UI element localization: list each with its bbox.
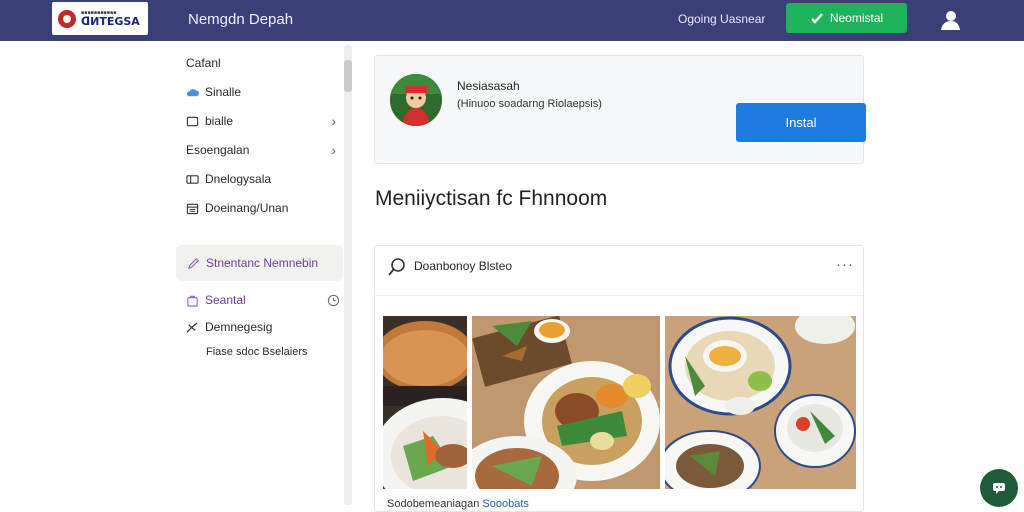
sidebar-item-label: Seantal — [205, 293, 246, 307]
magnifier-icon — [388, 258, 405, 276]
calendar-icon — [186, 203, 199, 214]
header-install-label: Neomistal — [829, 11, 884, 25]
sidebar: Cafanl Sinalle bialle › Esoengalan › Dne… — [176, 41, 344, 512]
sidebar-item-dnelogysala[interactable]: Dnelogysala — [186, 172, 271, 186]
card-icon — [186, 174, 199, 184]
app-subtitle: (Hinuoo soadarng Riolaepsis) — [457, 98, 602, 110]
post-footer-link[interactable]: Sooobats — [482, 498, 528, 510]
post-title: Doanbonoy Blsteo — [414, 259, 513, 273]
chevron-right-icon: › — [331, 113, 336, 129]
sidebar-item-doeinang[interactable]: Doeinang/Unan — [186, 201, 288, 215]
post-card: Doanbonoy Blsteo ··· Sodobemeaniagan Soo… — [374, 245, 864, 512]
post-footer-text: Sodobemeaniagan — [387, 498, 480, 510]
section-title: Meniiyctisan fc Fhnnoom — [375, 187, 608, 210]
logo-text: ᗡИTEGSA — [81, 14, 140, 28]
sidebar-scrollbar[interactable] — [344, 45, 352, 505]
food-photo-1[interactable] — [383, 316, 467, 489]
plane-icon — [186, 321, 198, 333]
sidebar-item-demnegesig[interactable]: Demnegesig — [186, 320, 272, 334]
sidebar-item-esoengalan[interactable]: Esoengalan › — [186, 142, 340, 158]
sidebar-item-label: Demnegesig — [205, 320, 273, 334]
avatar — [390, 74, 442, 126]
sidebar-item-label: Sinalle — [205, 85, 242, 99]
header-link[interactable]: Ogoing Uasnear — [678, 12, 765, 26]
header-install-button[interactable]: Neomistal — [786, 3, 907, 33]
app-name: Nesiasasah — [457, 79, 520, 93]
sidebar-item-cafanl[interactable]: Cafanl — [186, 56, 221, 70]
sidebar-item-label: Cafanl — [186, 56, 221, 70]
sidebar-item-label: bialle — [205, 114, 234, 128]
clock-icon — [327, 294, 340, 306]
sidebar-item-label: Dnelogysala — [205, 172, 272, 186]
post-footer: Sodobemeaniagan Sooobats — [387, 498, 529, 510]
top-bar: ■■■■■■■■■■■ ᗡИTEGSA Nemgdn Depah Ogoing … — [0, 0, 1024, 41]
sidebar-item-fiase[interactable]: Fiase sdoc Bselaiers — [206, 346, 308, 358]
sidebar-item-label: Esoengalan — [186, 143, 250, 157]
scrollbar-thumb[interactable] — [344, 60, 352, 92]
sidebar-item-label: Stnentanc Nemnebin — [206, 256, 319, 270]
user-account-icon[interactable] — [938, 8, 962, 32]
chat-button[interactable] — [980, 469, 1018, 507]
chevron-right-icon: › — [331, 142, 336, 158]
check-leaf-icon — [810, 13, 823, 24]
sidebar-item-active[interactable]: Stnentanc Nemnebin — [176, 245, 343, 281]
food-photo-2[interactable] — [472, 316, 660, 489]
app-title: Nemgdn Depah — [188, 11, 294, 28]
sidebar-item-label: Doeinang/Unan — [205, 201, 289, 215]
bag-icon — [187, 295, 198, 307]
sidebar-item-label: Fiase sdoc Bselaiers — [206, 346, 308, 358]
food-photo-3[interactable] — [665, 316, 856, 489]
sidebar-item-bialle[interactable]: bialle › — [186, 113, 340, 129]
install-button[interactable]: Instal — [736, 103, 866, 142]
cloud-icon — [186, 88, 199, 96]
sidebar-item-sinalle[interactable]: Sinalle — [186, 85, 241, 99]
pencil-icon — [187, 257, 199, 269]
logo-emblem-icon — [58, 9, 76, 28]
brand-logo[interactable]: ■■■■■■■■■■■ ᗡИTEGSA — [52, 2, 148, 35]
more-options-icon[interactable]: ··· — [836, 256, 854, 273]
app-card: Nesiasasah (Hinuoo soadarng Riolaepsis) … — [374, 55, 866, 164]
post-header: Doanbonoy Blsteo ··· — [375, 246, 863, 296]
square-icon — [186, 116, 199, 126]
sidebar-item-seantal[interactable]: Seantal — [186, 293, 340, 307]
chat-bubble-icon — [993, 483, 1005, 494]
